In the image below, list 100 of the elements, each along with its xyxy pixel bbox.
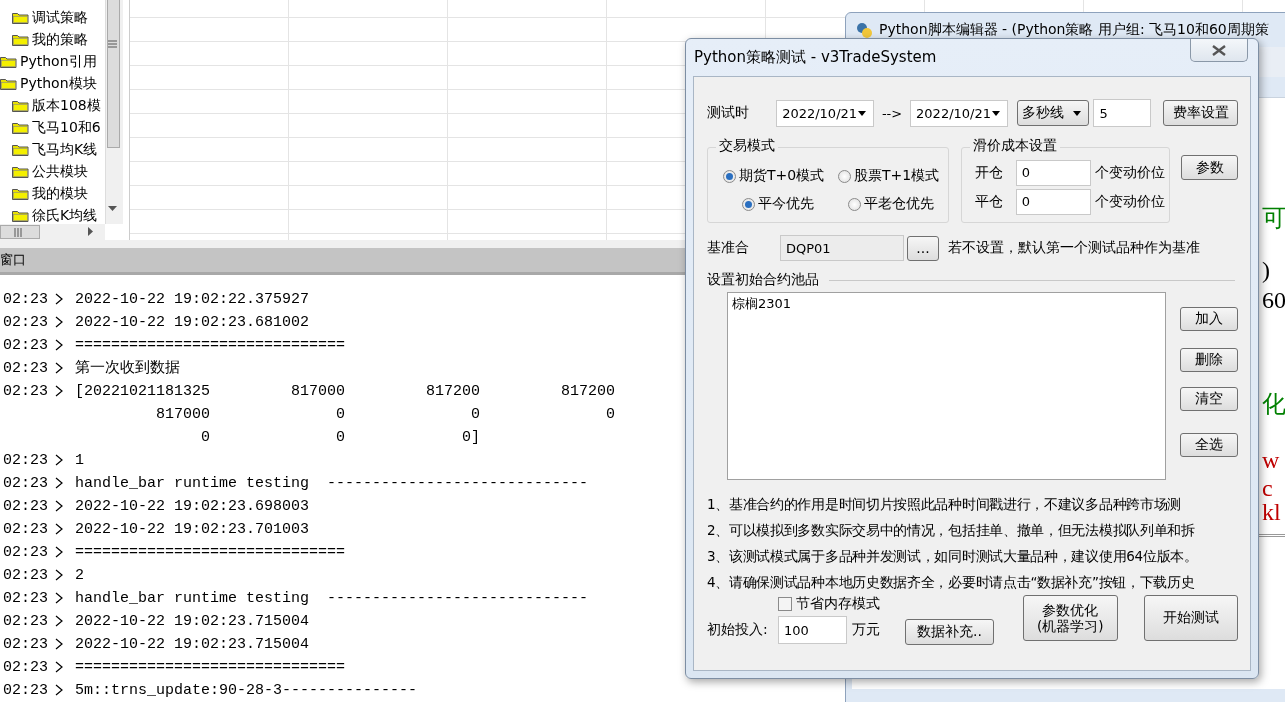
field-value: 2022/10/21 [916,105,991,121]
params-button[interactable]: 参数 [1181,155,1238,180]
chevron-icon [55,661,63,673]
scroll-right-icon[interactable] [88,227,93,236]
tree-item[interactable]: 飞马均K线 [32,141,98,159]
hint-text: 若不设置，默认第一个测试品种作为基准 [948,239,1200,257]
period-dropdown[interactable]: 多秒线 [1017,100,1090,126]
dialog-title: Python策略测试 - v3TradeSystem [694,47,937,67]
log-time: 02:23 [3,313,47,333]
tree-item[interactable]: 我的策略 [32,31,88,49]
group-title: 滑价成本设置 [969,137,1060,155]
log-value: 0 [201,428,210,448]
tree-item[interactable]: Python引用 [20,53,97,71]
input-field[interactable]: 5 [1093,99,1151,127]
chevron-icon [55,385,63,397]
radio-button[interactable] [838,169,851,183]
log-time: 02:23 [3,520,47,540]
field-label: 平仓 [974,192,1004,211]
radio-label[interactable]: 平今优先 [758,195,814,213]
chevron-icon [55,615,63,627]
optimize-button[interactable]: 参数优化 (机器学习) [1023,595,1118,641]
log-value: 0 [336,428,345,448]
list-action-button[interactable]: 全选 [1180,433,1238,457]
log-text: 2022-10-22 19:02:22.375927 [75,290,310,310]
log-time: 02:23 [3,589,47,609]
log-time: 02:23 [3,497,47,517]
field-value: 2022/10/21 [782,105,858,121]
log-text: 2022-10-22 19:02:23.698003 [75,497,310,517]
input-field[interactable]: 0 [1015,159,1091,186]
tree-item[interactable]: 调试策略 [32,9,88,27]
tree-item[interactable]: 版本108模 [32,97,101,115]
log-text: 2022-10-22 19:02:23.715004 [75,612,310,632]
radio-label[interactable]: 期货T+0模式 [739,167,825,185]
log-time: 02:23 [3,451,47,471]
folder-icon [12,121,29,135]
tree-item[interactable]: Python模块 [20,75,97,93]
browse-button[interactable]: ... [907,235,939,261]
checkbox-label[interactable]: 节省内存模式 [796,595,880,613]
contract-list[interactable]: 棕榈2301 [727,292,1166,480]
list-action-button[interactable]: 删除 [1180,348,1238,372]
tree-item[interactable]: 公共模块 [32,163,88,181]
list-item[interactable]: 棕榈2301 [732,295,1161,313]
folder-icon [12,99,29,113]
log-text: handle_bar runtime testing ----------------------------- [75,589,589,609]
input-field[interactable]: 100 [778,616,847,644]
chevron-icon [55,523,63,535]
field-label: 测试时 [707,104,750,122]
chevron-icon [55,546,63,558]
app-icon [856,21,873,39]
log-text: handle_bar runtime testing ----------------------------- [75,474,589,494]
radio-button[interactable] [742,197,755,211]
folder-icon [12,143,29,157]
tree-item[interactable]: 徐氏K均线 [32,207,98,225]
note-text: 4、请确保测试品种本地历史数据齐全，必要时请点击“数据补充”按钮，下载历史 [707,573,1196,592]
folder-icon [0,77,17,91]
checkbox[interactable] [778,597,792,611]
date-picker[interactable]: 2022/10/21 [776,99,875,127]
radio-label[interactable]: 平老仓优先 [864,195,934,213]
scrollbar-thumb[interactable] [0,225,40,239]
radio-button[interactable] [723,169,736,183]
log-time: 02:23 [3,359,47,379]
log-value: 0 [606,405,615,425]
unit-label: 个变动价位 [1094,163,1165,182]
radio-label[interactable]: 股票T+1模式 [854,167,940,185]
code-text: ) [1262,256,1270,284]
start-test-button[interactable]: 开始测试 [1143,595,1238,641]
arrow-label: --> [880,105,904,121]
log-text: 2022-10-22 19:02:23.681002 [75,313,310,333]
list-action-button[interactable]: 加入 [1180,307,1238,331]
scrollbar-thumb[interactable] [107,0,120,148]
log-time: 02:23 [3,543,47,563]
chevron-icon [55,592,63,604]
log-value: 0 [471,405,480,425]
tree-item[interactable]: 飞马10和6 [32,119,101,137]
close-button[interactable] [1190,39,1248,62]
chevron-icon [55,339,63,351]
log-text: ============================== [75,658,346,678]
log-text: 2022-10-22 19:02:23.701003 [75,520,310,540]
input-field[interactable]: 0 [1015,188,1091,215]
log-text: 5m::trns_update:90-28-3--------------- [75,681,418,701]
grip-icon [108,40,117,48]
radio-button[interactable] [848,197,861,211]
log-value: 0 [336,405,345,425]
chevron-icon [55,316,63,328]
log-time: 02:23 [3,566,47,586]
date-picker[interactable]: 2022/10/21 [910,99,1008,127]
folder-icon [12,165,29,179]
log-time: 02:23 [3,474,47,494]
folder-icon [12,33,29,47]
code-text: 60 [1262,286,1285,314]
data-supplement-button[interactable]: 数据补充.. [905,619,994,645]
chevron-icon [55,569,63,581]
fee-settings-button[interactable]: 费率设置 [1163,100,1238,126]
scroll-down-icon[interactable] [108,206,117,211]
code-text: w [1262,446,1280,474]
caret-icon [1072,109,1083,117]
chevron-icon [55,500,63,512]
field-label: 初始投入: [707,621,769,639]
tree-item[interactable]: 我的模块 [32,185,88,203]
list-action-button[interactable]: 清空 [1180,387,1238,411]
